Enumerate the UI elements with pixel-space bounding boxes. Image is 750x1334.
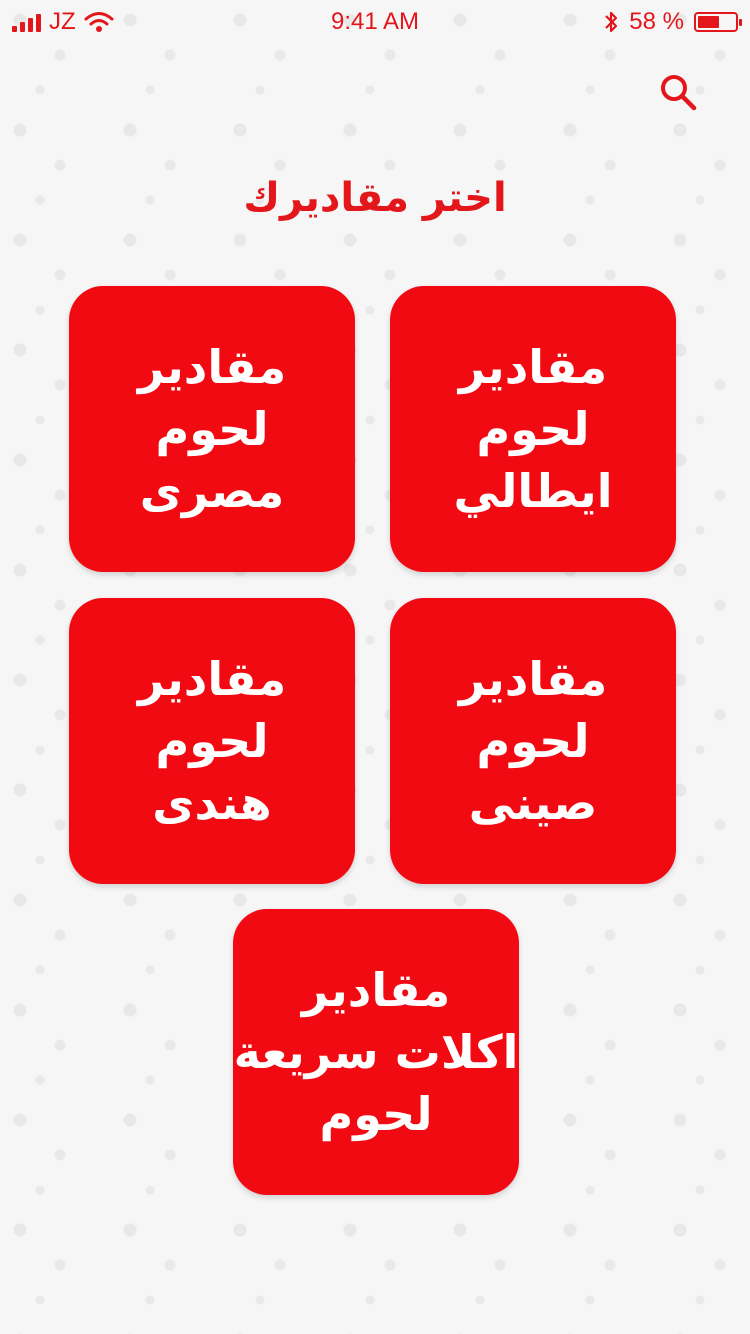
status-right: 58 % bbox=[603, 8, 742, 36]
tile-chinese-meat[interactable]: مقادير لحوم صينى bbox=[390, 598, 676, 884]
page-title: اختر مقاديرك bbox=[243, 175, 507, 221]
search-icon bbox=[661, 75, 697, 111]
battery-percent: 58 % bbox=[629, 8, 684, 35]
search-button[interactable] bbox=[656, 70, 702, 116]
tile-label: مقادير لحوم صينى bbox=[458, 652, 608, 830]
tile-fast-food-meat[interactable]: مقادير اكلات سريعة لحوم bbox=[233, 909, 519, 1195]
tile-label: مقادير لحوم ايطالي bbox=[453, 340, 613, 518]
tile-label: مقادير لحوم مصرى bbox=[137, 340, 287, 518]
tile-label: مقادير لحوم هندى bbox=[137, 652, 287, 830]
battery-fill bbox=[698, 16, 719, 28]
battery-icon bbox=[694, 12, 742, 32]
tile-label: مقادير اكلات سريعة لحوم bbox=[233, 963, 519, 1141]
status-bar: JZ 9:41 AM 58 % bbox=[0, 0, 750, 44]
bluetooth-icon bbox=[605, 11, 618, 33]
tile-italian-meat[interactable]: مقادير لحوم ايطالي bbox=[390, 286, 676, 572]
tile-indian-meat[interactable]: مقادير لحوم هندى bbox=[69, 598, 355, 884]
tile-egyptian-meat[interactable]: مقادير لحوم مصرى bbox=[69, 286, 355, 572]
